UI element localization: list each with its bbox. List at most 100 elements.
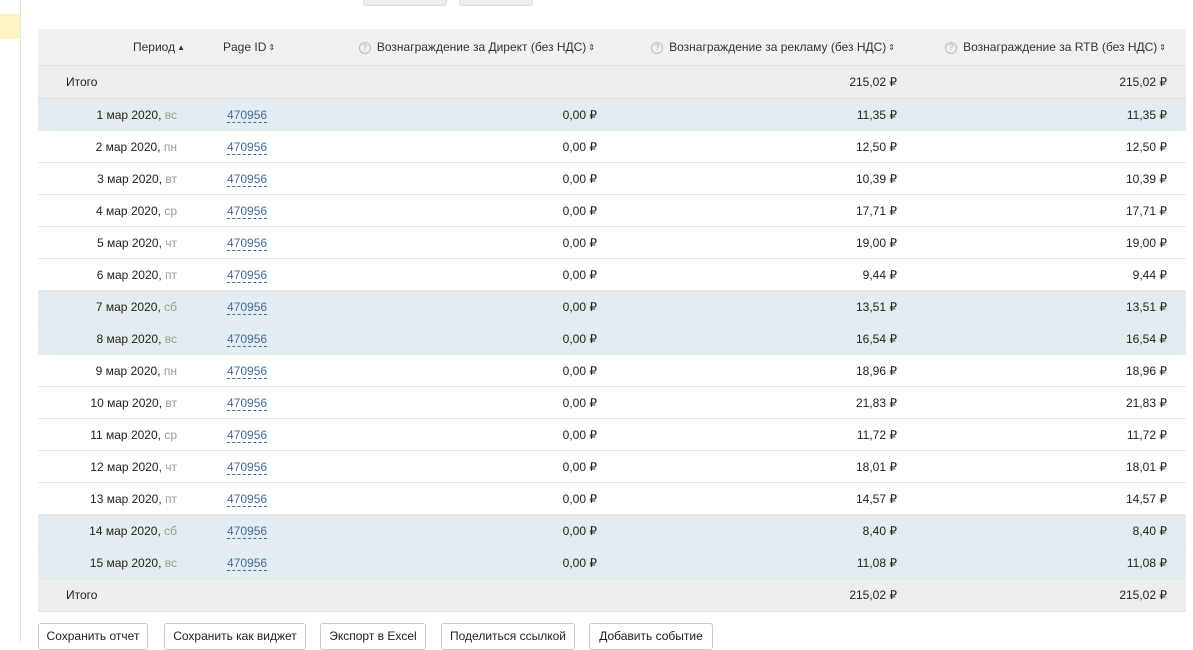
save-report-button[interactable]: Сохранить отчет: [38, 623, 148, 650]
row-direct-reward: 0,00 ₽: [303, 98, 599, 131]
row-direct-reward: 0,00 ₽: [303, 226, 599, 259]
row-date: 14 мар 2020, сб: [38, 514, 223, 547]
row-direct-reward: 0,00 ₽: [303, 482, 599, 515]
row-page-id: 470956: [223, 290, 303, 323]
row-page-id: 470956: [223, 354, 303, 387]
table-row: 8 мар 2020, вс 470956 0,00 ₽16,54 ₽16,54 ₽: [38, 322, 1186, 355]
row-ads-reward: 18,96 ₽: [599, 354, 899, 387]
row-ads-reward: 21,83 ₽: [599, 386, 899, 419]
row-weekday: вс: [164, 331, 177, 346]
row-ads-reward: 16,54 ₽: [599, 322, 899, 355]
row-date-value: 8 мар 2020,: [96, 331, 165, 346]
row-page-id: 470956: [223, 130, 303, 163]
row-rtb-reward: 12,50 ₽: [899, 130, 1186, 163]
row-weekday: вт: [165, 171, 177, 186]
page-id-link[interactable]: 470956: [227, 331, 268, 347]
row-ads-reward: 8,40 ₽: [599, 514, 899, 547]
row-date-value: 4 мар 2020,: [96, 203, 165, 218]
row-rtb-reward: 8,40 ₽: [899, 514, 1186, 547]
row-direct-reward: 0,00 ₽: [303, 386, 599, 419]
help-icon[interactable]: ?: [945, 42, 958, 54]
page-id-link[interactable]: 470956: [227, 395, 268, 411]
page-id-link[interactable]: 470956: [227, 459, 268, 475]
page-id-link[interactable]: 470956: [227, 171, 268, 187]
row-page-id: 470956: [223, 322, 303, 355]
add-event-button[interactable]: Добавить событие: [589, 623, 713, 650]
page-id-link[interactable]: 470956: [227, 235, 268, 251]
column-header-label: Период: [132, 40, 176, 54]
row-date: 12 мар 2020, чт: [38, 450, 223, 483]
sort-asc-icon[interactable]: ▲: [177, 43, 185, 52]
left-sidebar-active-marker: [0, 14, 20, 39]
page-id-link[interactable]: 470956: [227, 203, 268, 219]
row-date-value: 3 мар 2020,: [97, 171, 166, 186]
row-rtb-reward: 11,08 ₽: [899, 546, 1186, 579]
sort-both-icon[interactable]: ⇕: [888, 43, 895, 52]
export-excel-button[interactable]: Экспорт в Excel: [320, 623, 426, 650]
page-id-link[interactable]: 470956: [227, 267, 268, 283]
column-header-direct-reward[interactable]: ? Вознаграждение за Директ (без НДС) ⇕: [303, 29, 599, 66]
row-weekday: сб: [164, 299, 177, 314]
table-row: 3 мар 2020, вт 470956 0,00 ₽10,39 ₽10,39 ₽: [38, 162, 1186, 195]
table-row: 15 мар 2020, вс 470956 0,00 ₽11,08 ₽11,08 …: [38, 546, 1186, 579]
page-id-link[interactable]: 470956: [227, 107, 268, 123]
row-direct-reward: 0,00 ₽: [303, 418, 599, 451]
report-table-wrap: Период ▲ Page ID ⇕ ? Вознаграждение за Дире…: [38, 29, 1186, 612]
row-rtb-reward: 16,54 ₽: [899, 322, 1186, 355]
table-row: 11 мар 2020, ср 470956 0,00 ₽11,72 ₽11,72 …: [38, 418, 1186, 451]
page-id-link[interactable]: 470956: [227, 363, 268, 379]
total-row-top: Итого 215,02 ₽ 215,02 ₽: [38, 65, 1186, 99]
row-weekday: вс: [164, 107, 177, 122]
row-weekday: пн: [163, 363, 177, 378]
row-date: 9 мар 2020, пн: [38, 354, 223, 387]
column-header-rtb-reward[interactable]: ? Вознаграждение за RTB (без НДС) ⇕: [899, 29, 1186, 66]
page-id-link[interactable]: 470956: [227, 523, 268, 539]
sort-both-icon[interactable]: ⇕: [588, 43, 595, 52]
column-header-ads-reward[interactable]: ? Вознаграждение за рекламу (без НДС) ⇕: [599, 29, 899, 66]
row-ads-reward: 14,57 ₽: [599, 482, 899, 515]
row-direct-reward: 0,00 ₽: [303, 290, 599, 323]
help-icon[interactable]: ?: [651, 42, 664, 54]
row-date-value: 2 мар 2020,: [95, 139, 164, 154]
total-rtb: 215,02 ₽: [899, 65, 1186, 99]
row-direct-reward: 0,00 ₽: [303, 194, 599, 227]
row-ads-reward: 11,72 ₽: [599, 418, 899, 451]
table-row: 7 мар 2020, сб 470956 0,00 ₽13,51 ₽13,51 ₽: [38, 290, 1186, 323]
row-date-value: 10 мар 2020,: [90, 395, 166, 410]
page-id-link[interactable]: 470956: [227, 491, 268, 507]
row-date: 4 мар 2020, ср: [38, 194, 223, 227]
row-ads-reward: 12,50 ₽: [599, 130, 899, 163]
table-row: 10 мар 2020, вт 470956 0,00 ₽21,83 ₽21,83 …: [38, 386, 1186, 419]
column-header-page-id[interactable]: Page ID ⇕: [223, 29, 303, 66]
row-date: 2 мар 2020, пн: [38, 130, 223, 163]
total-label: Итого: [38, 578, 223, 612]
table-row: 13 мар 2020, пт 470956 0,00 ₽14,57 ₽14,57 …: [38, 482, 1186, 515]
row-date-value: 12 мар 2020,: [90, 459, 166, 474]
row-direct-reward: 0,00 ₽: [303, 546, 599, 579]
total-row-bottom: Итого 215,02 ₽ 215,02 ₽: [38, 578, 1186, 612]
page-id-link[interactable]: 470956: [227, 299, 268, 315]
row-ads-reward: 9,44 ₽: [599, 258, 899, 291]
help-icon[interactable]: ?: [358, 42, 371, 54]
row-weekday: вт: [165, 395, 177, 410]
row-date-value: 13 мар 2020,: [90, 491, 165, 506]
sort-both-icon[interactable]: ⇕: [268, 43, 275, 52]
page-id-link[interactable]: 470956: [227, 427, 268, 443]
row-page-id: 470956: [223, 450, 303, 483]
row-rtb-reward: 11,35 ₽: [899, 98, 1186, 131]
row-weekday: пт: [165, 491, 177, 506]
column-header-period[interactable]: Период ▲: [38, 29, 223, 66]
share-link-button[interactable]: Поделиться ссылкой: [441, 623, 575, 650]
page-id-link[interactable]: 470956: [227, 555, 268, 571]
left-sidebar-strip: [0, 0, 21, 643]
row-ads-reward: 19,00 ₽: [599, 226, 899, 259]
row-weekday: вс: [164, 555, 177, 570]
save-as-widget-button[interactable]: Сохранить как виджет: [164, 623, 306, 650]
sort-both-icon[interactable]: ⇕: [1159, 43, 1166, 52]
row-ads-reward: 18,01 ₽: [599, 450, 899, 483]
top-tab-1[interactable]: [363, 0, 447, 6]
top-tab-2[interactable]: [459, 0, 533, 6]
table-row: 2 мар 2020, пн 470956 0,00 ₽12,50 ₽12,50 ₽: [38, 130, 1186, 163]
page-id-link[interactable]: 470956: [227, 139, 268, 155]
row-date-value: 14 мар 2020,: [89, 523, 165, 538]
